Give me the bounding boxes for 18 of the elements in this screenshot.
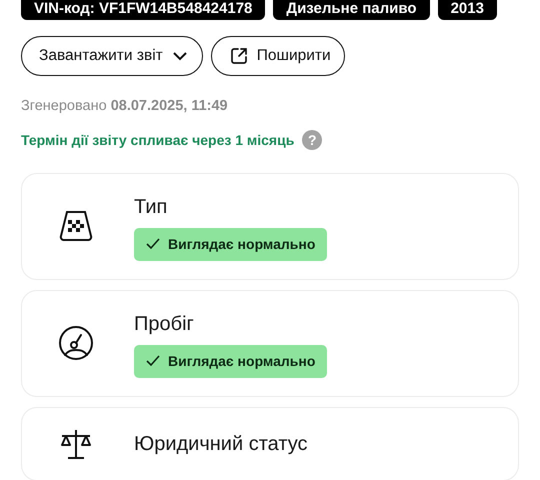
download-button[interactable]: Завантажити звіт <box>21 36 203 76</box>
info-tag: VIN-код: VF1FW14B548424178 <box>21 0 266 20</box>
share-button[interactable]: Поширити <box>210 36 345 76</box>
speedometer-icon <box>59 326 93 360</box>
taxi-sign-icon <box>60 211 92 242</box>
status-badge: Виглядає нормально <box>134 228 328 261</box>
check-title: Тип <box>134 194 168 220</box>
share-icon <box>228 46 249 66</box>
status-badge: Виглядає нормально <box>134 344 328 378</box>
scales-icon <box>61 428 91 459</box>
generated-text: Згенеровано 08.07.2025, 11:49 <box>21 97 229 116</box>
check-title: Пробіг <box>134 312 195 337</box>
check-icon <box>146 355 160 368</box>
info-tag: 2013 <box>438 0 497 20</box>
check-icon <box>146 238 160 250</box>
info-tag: Дизельне паливо <box>273 0 430 20</box>
check-title: Юридичний статус <box>134 432 308 457</box>
expiry-text: Термін дії звіту спливає через 1 місяць <box>21 130 294 150</box>
